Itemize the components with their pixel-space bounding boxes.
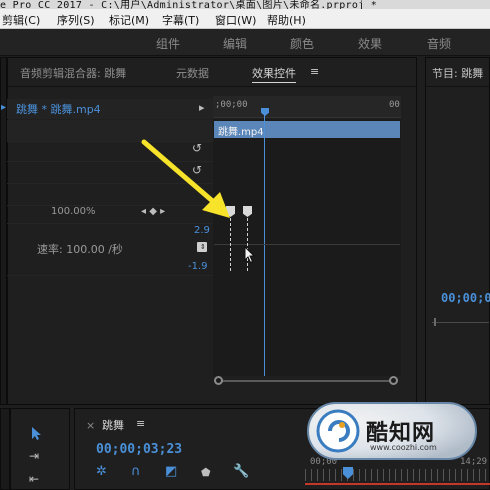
tab-audio-clip-mixer[interactable]: 音频剪辑混合器: 跳舞 bbox=[20, 65, 126, 81]
program-timecode[interactable]: 00;00;0 bbox=[441, 291, 490, 305]
watermark: 酷知网 www.coozhi.com bbox=[304, 393, 478, 465]
scrollbar-right-handle[interactable] bbox=[389, 376, 398, 385]
effect-horizontal-scrollbar[interactable] bbox=[214, 376, 400, 386]
selection-tool-icon[interactable] bbox=[31, 426, 43, 441]
speed-rate-label: 速率: 100.00 /秒 bbox=[37, 243, 123, 256]
sequence-menu-icon[interactable]: ≡ bbox=[136, 417, 145, 430]
annotation-arrow-icon bbox=[141, 139, 230, 218]
menu-window[interactable]: 窗口(W) bbox=[215, 12, 256, 28]
nest-sequence-icon[interactable]: ✲ bbox=[96, 464, 107, 479]
program-monitor-panel: 节目: 跳舞 00;00;0 bbox=[425, 57, 490, 405]
scrollbar-track bbox=[218, 380, 394, 382]
speed-property-row: 2.9 速率: 100.00 /秒 ⇕ -1.9 bbox=[7, 224, 213, 276]
render-bar bbox=[305, 483, 490, 485]
menu-title[interactable]: 字幕(T) bbox=[162, 12, 199, 28]
close-sequence-icon[interactable]: × bbox=[86, 419, 95, 432]
tab-sequence[interactable]: 跳舞 bbox=[102, 417, 124, 433]
program-scrub-bar[interactable] bbox=[432, 322, 489, 323]
menu-marker[interactable]: 标记(M) bbox=[109, 12, 149, 28]
tab-divider bbox=[426, 86, 489, 87]
workspace-editing[interactable]: 编辑 bbox=[223, 35, 247, 52]
menu-help[interactable]: 帮助(H) bbox=[267, 12, 306, 28]
add-marker-icon[interactable]: ⬟ bbox=[201, 466, 211, 479]
playhead-handle-icon[interactable] bbox=[261, 108, 269, 116]
program-scrub-tick bbox=[434, 318, 436, 326]
window-title-bar: e Pro CC 2017 - C:\用户\Administrator\桌面\图… bbox=[0, 0, 490, 9]
workspace-effects[interactable]: 效果 bbox=[358, 35, 382, 52]
menu-sequence[interactable]: 序列(S) bbox=[57, 12, 95, 28]
tools-panel: ⇥ ⇤ bbox=[10, 408, 70, 490]
percent-value[interactable]: 100.00% bbox=[51, 206, 96, 217]
workspace-color[interactable]: 颜色 bbox=[290, 35, 314, 52]
clip-header-row: ▸ 跳舞 * 跳舞.mp4 ▸ bbox=[1, 99, 213, 119]
speed-min-value: -1.9 bbox=[188, 261, 208, 272]
workspace-assembly[interactable]: 组件 bbox=[156, 35, 180, 52]
linked-selection-icon[interactable]: ◩ bbox=[165, 464, 177, 479]
mouse-cursor-icon bbox=[244, 246, 256, 264]
tab-divider bbox=[8, 86, 416, 87]
play-clip-arrow-icon[interactable]: ▸ bbox=[199, 101, 205, 114]
tab-program-monitor[interactable]: 节目: 跳舞 bbox=[432, 65, 483, 81]
menu-bar: 剪辑(C) 序列(S) 标记(M) 字幕(T) 窗口(W) 帮助(H) bbox=[0, 9, 490, 29]
watermark-url: www.coozhi.com bbox=[370, 443, 437, 452]
sequence-time-ruler[interactable] bbox=[305, 469, 490, 481]
clip-bar-label: 跳舞.mp4 bbox=[218, 127, 264, 138]
scrollbar-left-handle[interactable] bbox=[214, 376, 223, 385]
speed-max-value: 2.9 bbox=[194, 225, 210, 236]
workspace-bar: 组件 编辑 颜色 效果 音频 bbox=[0, 29, 490, 56]
workspace-audio[interactable]: 音频 bbox=[427, 35, 451, 52]
menu-clip[interactable]: 剪辑(C) bbox=[2, 12, 40, 28]
bottom-left-gutter bbox=[0, 408, 10, 490]
speed-baseline bbox=[214, 244, 400, 245]
sequence-timecode[interactable]: 00;00;03;23 bbox=[96, 442, 182, 457]
tab-metadata[interactable]: 元数据 bbox=[176, 65, 209, 81]
effect-timeline-area[interactable] bbox=[213, 119, 401, 376]
speed-graph-toggle-icon[interactable]: ⇕ bbox=[197, 242, 207, 252]
timeline-settings-wrench-icon[interactable]: 🔧 bbox=[233, 464, 249, 479]
ruler-end-time: 00 bbox=[389, 100, 400, 110]
effect-time-ruler[interactable]: ;00;00 00 bbox=[213, 96, 401, 118]
clip-bar[interactable]: 跳舞.mp4 bbox=[214, 121, 400, 138]
clip-path-label: 跳舞 * 跳舞.mp4 bbox=[16, 103, 101, 116]
clip-collapse-icon[interactable]: ▸ bbox=[1, 102, 6, 113]
snap-icon[interactable]: ∩ bbox=[131, 464, 141, 479]
ripple-edit-tool-icon[interactable]: ⇤ bbox=[29, 472, 39, 486]
ruler-start-time: ;00;00 bbox=[215, 100, 248, 110]
panel-menu-icon[interactable]: ≡ bbox=[310, 65, 319, 78]
playhead-line bbox=[264, 110, 265, 376]
tab-effect-controls[interactable]: 效果控件 bbox=[252, 65, 296, 83]
track-select-tool-icon[interactable]: ⇥ bbox=[29, 449, 39, 463]
window-title: e Pro CC 2017 - C:\用户\Administrator\桌面\图… bbox=[0, 0, 378, 9]
